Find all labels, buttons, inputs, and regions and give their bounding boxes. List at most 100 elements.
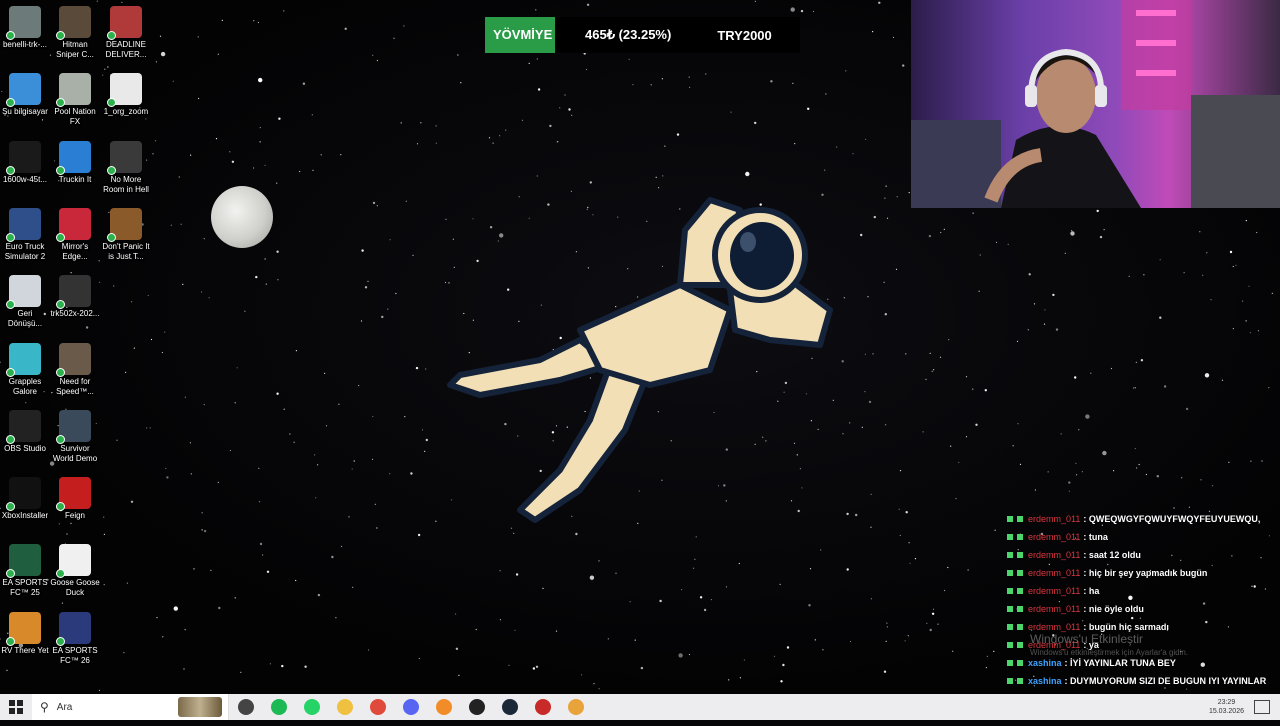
app-icon: [534, 699, 551, 715]
desktop-icon[interactable]: OBS Studio: [0, 409, 50, 454]
desktop-icon-label: Grapples Galore: [8, 376, 42, 396]
desktop-icon[interactable]: EA SPORTS FC™ 26: [50, 611, 100, 666]
steam-taskbar-button[interactable]: [493, 694, 526, 720]
star: [340, 154, 342, 156]
star: [1221, 379, 1224, 381]
star: [264, 258, 266, 260]
app-icon: [6, 611, 41, 646]
desktop-icon[interactable]: benelli-trk-...: [0, 6, 50, 50]
desktop-icon[interactable]: Feign: [50, 477, 100, 521]
star: [779, 583, 781, 586]
star: [304, 665, 307, 668]
star: [1043, 323, 1046, 325]
star: [808, 604, 811, 607]
star: [393, 37, 395, 39]
star: [295, 350, 297, 352]
whatsapp-taskbar-button[interactable]: [295, 694, 328, 720]
desktop-icon-label: XboxInstaller: [1, 511, 49, 521]
desktop-icon[interactable]: Goose Goose Duck: [50, 544, 100, 598]
star: [754, 121, 757, 125]
desktop-icon[interactable]: Şu bilgisayar: [0, 73, 50, 117]
star: [598, 560, 600, 562]
star: [814, 639, 816, 641]
obs-taskbar-button[interactable]: [460, 694, 493, 720]
chat-badge-icon: [1017, 624, 1023, 630]
file-explorer-taskbar-button[interactable]: [328, 694, 361, 720]
star: [325, 425, 328, 427]
star: [629, 601, 631, 603]
desktop-icon-label: Euro Truck Simulator 2: [4, 241, 46, 261]
star: [312, 169, 314, 171]
chrome-alt-taskbar-button[interactable]: [559, 694, 592, 720]
desktop-icon[interactable]: trk502x-202...: [50, 275, 100, 319]
desktop-icon[interactable]: Need for Speed™...: [50, 342, 100, 397]
task-view-taskbar-button[interactable]: [229, 694, 262, 720]
star: [229, 151, 231, 153]
star: [535, 665, 539, 668]
discord-taskbar-button[interactable]: [394, 694, 427, 720]
star: [908, 192, 910, 194]
desktop-icon[interactable]: Don't Panic It is Just T...: [101, 207, 151, 262]
chrome-taskbar-button[interactable]: [361, 694, 394, 720]
star: [947, 566, 949, 569]
desktop-icon[interactable]: 1600w-45t...: [0, 140, 50, 185]
star: [416, 143, 419, 145]
star: [902, 64, 905, 67]
desktop-icon[interactable]: EA SPORTS FC™ 25: [0, 544, 50, 598]
star: [201, 512, 203, 514]
desktop-icon[interactable]: Grapples Galore: [0, 342, 50, 397]
taskbar-search-box[interactable]: ⚲ Ara: [32, 694, 229, 720]
star: [925, 378, 927, 380]
star: [695, 536, 697, 538]
star: [488, 137, 491, 139]
taskbar-clock[interactable]: 23:29 15.03.2026: [1209, 698, 1244, 716]
desktop-icon[interactable]: Mirror's Edge...: [50, 207, 100, 262]
search-icon: ⚲: [40, 700, 49, 714]
chat-badge-icon: [1007, 552, 1013, 558]
cloud-taskbar-button[interactable]: [427, 694, 460, 720]
star: [262, 554, 264, 556]
notification-icon[interactable]: [1254, 700, 1270, 714]
desktop-icon[interactable]: No More Room in Hell: [101, 140, 151, 195]
desktop-icon[interactable]: Pool Nation FX: [50, 73, 100, 127]
star: [317, 464, 319, 466]
chat-text: : hiç bir şey yapmadık bugün: [1083, 568, 1208, 578]
star: [492, 142, 494, 144]
star: [640, 666, 644, 670]
spotify-taskbar-button[interactable]: [262, 694, 295, 720]
desktop-icon[interactable]: DEADLINE DELIVER...: [101, 6, 151, 60]
chat-badge-icon: [1007, 678, 1013, 684]
star: [598, 688, 600, 690]
star: [1159, 259, 1161, 261]
app-taskbar-button[interactable]: [526, 694, 559, 720]
sync-check-icon: [6, 367, 15, 377]
desktop-icon[interactable]: RV There Yet: [0, 611, 50, 656]
app-icon: [107, 6, 142, 40]
star: [283, 408, 285, 410]
desktop-icon[interactable]: Survivor World Demo: [50, 409, 100, 464]
file-explorer-icon: [336, 699, 353, 715]
star: [812, 10, 815, 13]
star: [259, 141, 261, 143]
star: [725, 586, 728, 588]
desktop-icon-label: trk502x-202...: [50, 309, 100, 319]
stream-chat-overlay: erdemm_011: QWEQWGYFQWUYFWQYFEUYUEWQU, er…: [1005, 510, 1280, 722]
start-button[interactable]: [0, 694, 32, 720]
desktop-icon[interactable]: 1_org_zoom: [101, 73, 151, 117]
star: [1261, 460, 1263, 462]
desktop-icon[interactable]: Euro Truck Simulator 2: [0, 207, 50, 262]
desktop-icon[interactable]: XboxInstaller: [0, 477, 50, 521]
star: [738, 562, 740, 565]
chat-text: : QWEQWGYFQWUYFWQYFEUYUEWQU,: [1083, 514, 1261, 524]
star: [878, 1, 881, 4]
desktop-icon[interactable]: Truckin It: [50, 140, 100, 185]
app-icon: [56, 611, 91, 646]
desktop-icon[interactable]: Geri Dönüşü...: [0, 275, 50, 329]
star: [593, 683, 595, 685]
star: [1173, 507, 1175, 509]
star: [317, 593, 321, 597]
star: [1027, 329, 1029, 331]
star: [885, 424, 887, 426]
star: [367, 280, 369, 282]
desktop-icon[interactable]: Hitman Sniper C...: [50, 6, 100, 60]
